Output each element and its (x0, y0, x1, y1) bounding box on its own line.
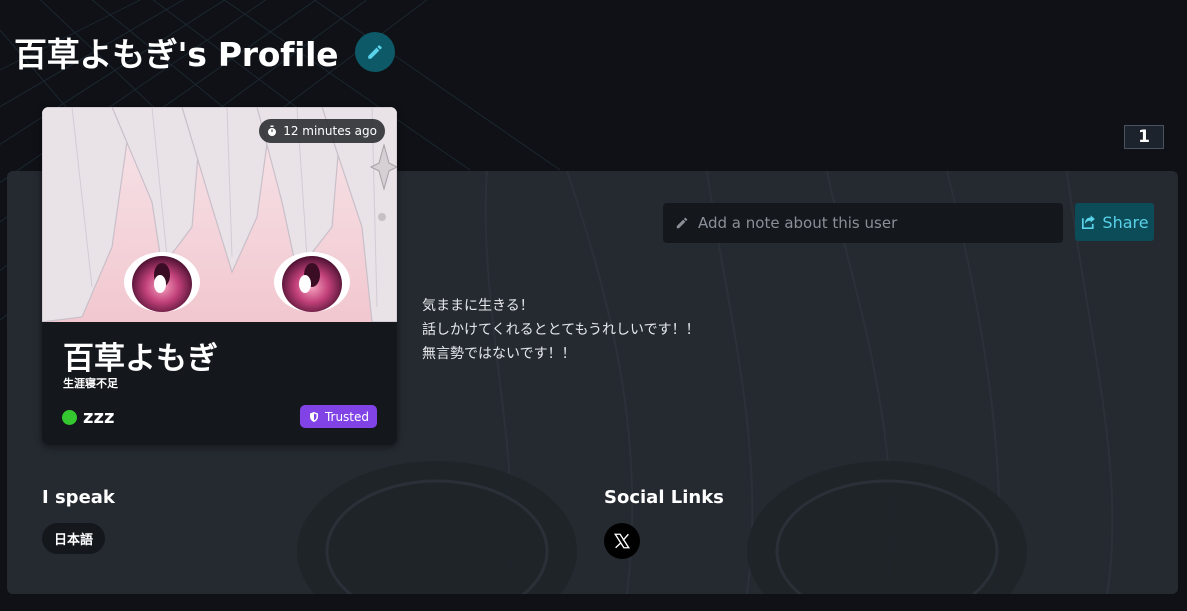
status-description: 生涯寝不足 (63, 377, 118, 390)
share-icon (1082, 214, 1096, 229)
pencil-icon (676, 217, 688, 229)
bio-line: 無言勢ではないです！！ (422, 346, 576, 362)
languages-heading: I speak (42, 487, 115, 508)
title-row: 百草よもぎ's Profile (14, 28, 396, 76)
bio-text: 気ままに生きる！ 話しかけてくれるととてもうれしいです！！ 無言勢ではないです！… (422, 294, 700, 366)
trust-rank-badge: Trusted (299, 405, 377, 428)
status-dot (62, 410, 77, 425)
bio-line: 気ままに生きる！ (422, 298, 534, 314)
display-name: 百草よもぎ (63, 341, 218, 377)
edit-profile-button[interactable] (355, 32, 396, 72)
shield-icon (309, 411, 318, 422)
share-button[interactable]: Share (1075, 203, 1154, 241)
trust-rank-label: Trusted (324, 409, 369, 424)
pencil-icon (368, 45, 382, 59)
status-row: zzz (62, 407, 114, 428)
last-seen-pill: 12 minutes ago (259, 119, 385, 143)
last-seen-text: 12 minutes ago (283, 124, 377, 138)
x-logo-icon (614, 533, 630, 549)
share-label: Share (1102, 212, 1149, 232)
bio-line: 話しかけてくれるととてもうれしいです！！ (422, 322, 700, 338)
count-badge: 1 (1124, 125, 1164, 149)
profile-card: 12 minutes ago 百草よもぎ 生涯寝不足 zzz Trusted (42, 107, 397, 445)
status-text: zzz (83, 407, 115, 428)
user-note-field[interactable] (663, 203, 1063, 243)
avatar-image: 12 minutes ago (42, 107, 397, 322)
user-note-input[interactable] (696, 213, 1050, 233)
profile-page: 百草よもぎ's Profile 1 12 minutes ago 百草よもぎ 生… (0, 0, 1187, 611)
social-links-heading: Social Links (604, 487, 724, 508)
x-social-link[interactable] (604, 523, 640, 559)
stopwatch-icon (268, 125, 277, 136)
language-pill: 日本語 (42, 523, 106, 554)
page-title: 百草よもぎ's Profile (14, 35, 339, 74)
